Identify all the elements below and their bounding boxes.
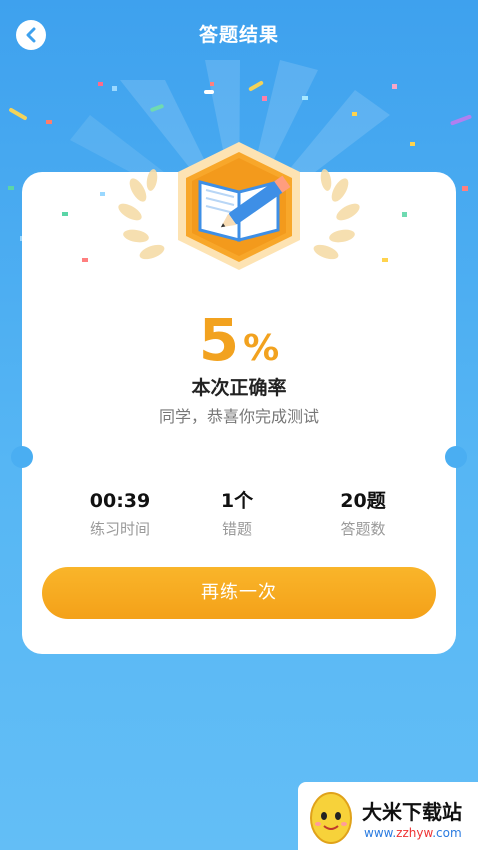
congrats-text: 同学，恭喜你完成测试 [158,407,319,426]
retry-button[interactable]: 再练一次 [42,567,436,619]
stat-question-count: 20题 答题数 [293,488,433,539]
watermark-name: 大米下载站 [362,800,462,824]
url-accent: zzhyw [396,826,433,840]
page-title: 答题结果 [198,24,279,46]
stat-value: 20题 [340,490,386,512]
watermark-url: www.zzhyw.com [364,826,462,840]
card-notch-right [445,446,467,468]
percent-sign: % [243,328,280,369]
stat-value: 1个 [220,490,254,512]
url-prefix: www. [364,826,397,840]
stat-wrong-questions[interactable]: 1个 错题 [167,488,307,539]
url-suffix: .com [432,826,462,840]
book-pencil-badge-icon [118,142,360,270]
stat-label: 错题 [221,520,252,538]
card-notch-left [11,446,33,468]
stat-label: 答题数 [340,520,386,538]
accuracy-value: 5 [198,306,240,374]
watermark-banner: 大米下载站 www.zzhyw.com [298,782,478,850]
mascot-logo-icon [310,792,352,844]
accuracy-label: 本次正确率 [191,377,287,399]
